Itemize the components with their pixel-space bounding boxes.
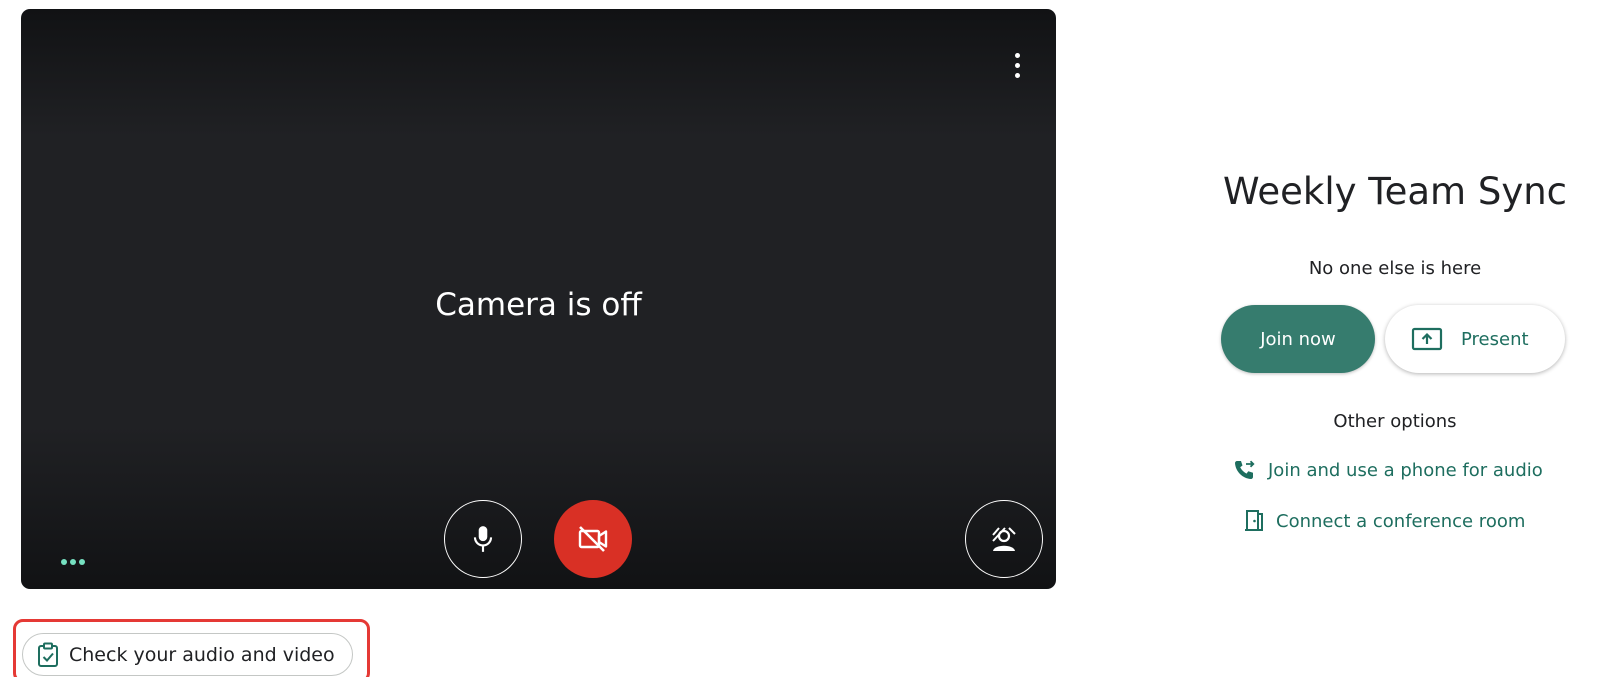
join-now-button[interactable]: Join now xyxy=(1221,305,1375,373)
check-audio-video-button[interactable]: Check your audio and video xyxy=(22,633,353,676)
present-label: Present xyxy=(1461,328,1529,350)
phone-forwarded-icon xyxy=(1235,460,1255,479)
videocam-off-icon xyxy=(578,526,608,552)
microphone-button[interactable] xyxy=(444,500,522,578)
meeting-title: Weekly Team Sync xyxy=(1222,170,1568,213)
meeting-room-icon xyxy=(1245,510,1263,531)
present-button[interactable]: Present xyxy=(1385,305,1565,373)
visual-effects-icon xyxy=(992,527,1016,551)
check-audio-video-label: Check your audio and video xyxy=(69,643,335,666)
connect-conference-room-label: Connect a conference room xyxy=(1276,510,1526,532)
join-now-label: Join now xyxy=(1260,328,1336,350)
connect-conference-room-link[interactable]: Connect a conference room xyxy=(1244,509,1525,533)
participant-status: No one else is here xyxy=(1308,258,1482,279)
camera-status-text: Camera is off xyxy=(435,287,642,323)
more-options-icon[interactable] xyxy=(1000,43,1034,87)
clipboard-check-icon xyxy=(38,642,58,667)
video-preview: Camera is off xyxy=(21,9,1056,589)
join-with-phone-label: Join and use a phone for audio xyxy=(1268,459,1543,481)
audio-level-dots-icon xyxy=(61,559,85,565)
present-to-all-icon xyxy=(1411,327,1443,351)
camera-toggle-button[interactable] xyxy=(554,500,632,578)
join-with-phone-link[interactable]: Join and use a phone for audio xyxy=(1232,458,1543,482)
other-options-heading: Other options xyxy=(1333,411,1457,432)
visual-effects-button[interactable] xyxy=(965,500,1043,578)
meet-green-room: Camera is off Check your audio and video… xyxy=(0,0,1600,677)
mic-icon xyxy=(473,526,493,552)
